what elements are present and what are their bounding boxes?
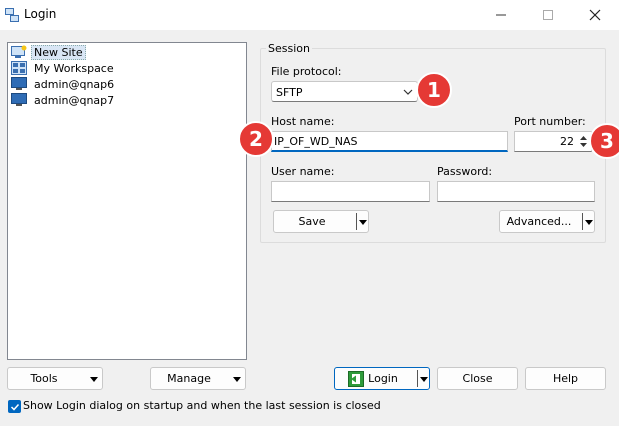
user-name-input[interactable] <box>271 181 430 202</box>
tree-item-label: New Site <box>31 44 86 60</box>
save-button[interactable]: Save <box>273 210 369 233</box>
caret-down-icon <box>90 377 98 382</box>
new-site-icon <box>11 45 27 58</box>
password-label: Password: <box>437 165 493 178</box>
session-legend: Session <box>266 42 312 55</box>
user-name-label: User name: <box>271 165 335 178</box>
close-button[interactable]: Close <box>437 367 518 390</box>
caret-down-icon[interactable] <box>420 377 428 382</box>
annotation-badge-2: 2 <box>238 121 274 157</box>
caret-down-icon <box>233 377 241 382</box>
host-name-value: IP_OF_WD_NAS <box>274 135 358 148</box>
help-button-label: Help <box>552 372 579 385</box>
port-number-value: 22 <box>560 135 574 148</box>
window-title: Login <box>24 7 57 21</box>
tree-item-admin-qnap6[interactable]: admin@qnap6 <box>11 76 117 92</box>
annotation-badge-1: 1 <box>416 72 452 108</box>
tree-item-new-site[interactable]: New Site <box>11 44 86 60</box>
split-divider <box>582 213 583 230</box>
checkmark-icon <box>10 403 19 411</box>
host-name-input[interactable]: IP_OF_WD_NAS <box>271 131 508 152</box>
tree-item-admin-qnap7[interactable]: admin@qnap7 <box>11 92 117 108</box>
monitor-icon <box>11 93 27 106</box>
minimize-button[interactable] <box>478 0 524 30</box>
login-button-label: Login <box>368 372 398 385</box>
login-button[interactable]: Login <box>334 367 430 390</box>
spin-arrows-icon[interactable] <box>579 134 588 149</box>
close-window-button[interactable] <box>572 0 618 30</box>
tree-item-label: admin@qnap7 <box>34 93 115 107</box>
password-input[interactable] <box>437 181 595 202</box>
app-icon <box>5 8 19 22</box>
port-number-label: Port number: <box>514 115 586 128</box>
host-name-label: Host name: <box>271 115 335 128</box>
port-number-stepper[interactable]: 22 <box>514 131 592 152</box>
tree-item-label: My Workspace <box>34 61 114 75</box>
annotation-badge-3: 3 <box>589 123 619 159</box>
show-login-label: Show Login dialog on startup and when th… <box>23 399 381 412</box>
close-button-label: Close <box>462 372 493 385</box>
tree-item-my-workspace[interactable]: My Workspace <box>11 60 117 76</box>
close-icon <box>589 9 601 21</box>
file-protocol-select[interactable]: SFTP <box>271 81 418 102</box>
manage-button-label: Manage <box>167 372 211 385</box>
tree-item-label: admin@qnap6 <box>34 77 115 91</box>
caret-down-icon[interactable] <box>359 220 367 225</box>
advanced-button-label: Advanced... <box>506 215 572 228</box>
maximize-icon <box>543 10 553 20</box>
show-login-checkbox[interactable] <box>8 400 21 413</box>
monitor-icon <box>11 77 27 90</box>
maximize-button[interactable] <box>525 0 571 30</box>
tools-button-label: Tools <box>30 372 58 385</box>
tools-button[interactable]: Tools <box>7 367 103 390</box>
login-icon <box>348 370 365 387</box>
manage-button[interactable]: Manage <box>150 367 246 390</box>
save-button-label: Save <box>298 215 326 228</box>
file-protocol-label: File protocol: <box>271 65 342 78</box>
file-protocol-value: SFTP <box>276 86 303 99</box>
workspace-icon <box>11 61 27 75</box>
chevron-down-icon <box>403 89 413 95</box>
site-tree[interactable]: New Site My Workspace admin@qnap6 admin@… <box>7 42 247 360</box>
minimize-icon <box>496 14 506 16</box>
split-divider <box>417 370 418 387</box>
help-button[interactable]: Help <box>525 367 606 390</box>
caret-down-icon[interactable] <box>585 220 593 225</box>
split-divider <box>356 213 357 230</box>
advanced-button[interactable]: Advanced... <box>499 210 595 233</box>
